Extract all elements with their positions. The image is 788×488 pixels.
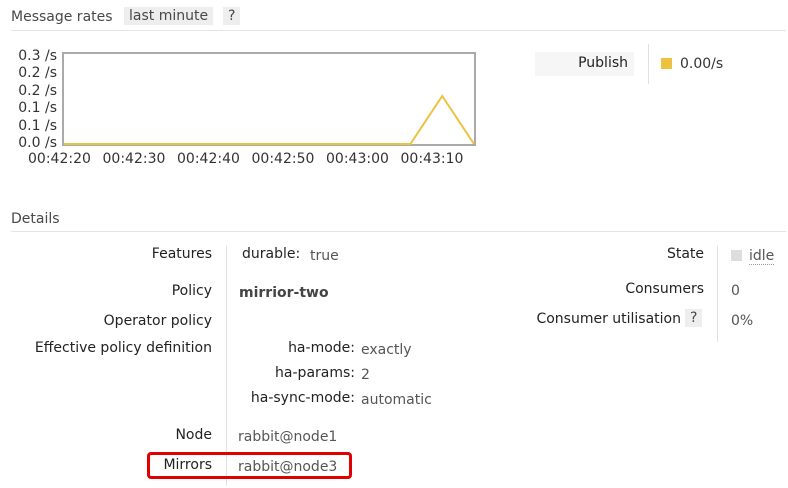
legend-divider — [648, 44, 649, 84]
idle-state-swatch — [731, 250, 742, 261]
series-line-publish — [64, 94, 475, 145]
consumers-value: 0 — [731, 283, 740, 299]
node-label: Node — [175, 427, 212, 443]
node-value: rabbit@node1 — [238, 429, 338, 445]
state-label: State — [666, 246, 704, 262]
mirrors-highlight-box — [147, 452, 352, 479]
chart-frame — [62, 52, 476, 146]
ha-mode-value: exactly — [361, 342, 412, 358]
left-column-separator — [226, 246, 227, 486]
y-tick-label: 0.2 /s — [18, 82, 57, 99]
x-tick-label: 00:42:20 — [28, 151, 91, 167]
legend-publish-button[interactable]: Publish — [535, 52, 634, 76]
y-tick-label: 0.2 /s — [18, 65, 57, 82]
ha-sync-mode-value: automatic — [361, 392, 432, 408]
x-tick-label: 00:42:50 — [251, 151, 315, 167]
chart-plot-area — [62, 52, 476, 146]
details-title: Details — [11, 211, 60, 227]
publish-series-swatch — [661, 58, 672, 69]
consumer-utilisation-value: 0% — [731, 313, 754, 329]
y-tick-label: 0.0 /s — [18, 135, 57, 151]
x-tick-label: 00:43:00 — [326, 151, 389, 167]
features-label: Features — [151, 246, 212, 262]
section-divider — [11, 30, 786, 31]
y-tick-label: 0.1 /s — [18, 100, 57, 117]
consumer-utilisation-label: Consumer utilisation — [536, 311, 681, 327]
range-selector[interactable]: last minute — [124, 7, 214, 25]
durable-key: durable: — [242, 246, 301, 262]
message-rates-title: Message rates — [11, 9, 113, 25]
ha-sync-mode-key: ha-sync-mode: — [250, 390, 355, 406]
policy-value-link[interactable]: mirrior-two — [239, 285, 329, 301]
ha-mode-key: ha-mode: — [288, 340, 355, 356]
right-column-separator — [717, 246, 718, 342]
help-button[interactable]: ? — [223, 7, 241, 25]
y-tick-label: 0.1 /s — [18, 117, 57, 134]
x-tick-label: 00:42:40 — [177, 151, 240, 167]
effective-policy-label: Effective policy definition — [34, 340, 212, 356]
durable-value: true — [310, 248, 339, 264]
x-tick-label: 00:42:30 — [102, 151, 166, 167]
ha-params-value: 2 — [361, 367, 370, 383]
details-divider — [11, 231, 786, 232]
publish-rate-value: 0.00/s — [680, 56, 724, 72]
consumers-label: Consumers — [625, 281, 704, 297]
legend-publish-label: Publish — [578, 55, 628, 71]
policy-label: Policy — [171, 283, 212, 299]
x-tick-label: 00:43:10 — [400, 151, 464, 167]
state-value: idle — [749, 248, 775, 265]
consumer-utilisation-help-button[interactable]: ? — [685, 309, 703, 327]
operator-policy-label: Operator policy — [103, 313, 212, 329]
ha-params-key: ha-params: — [275, 365, 355, 381]
y-tick-label: 0.3 /s — [18, 48, 57, 64]
